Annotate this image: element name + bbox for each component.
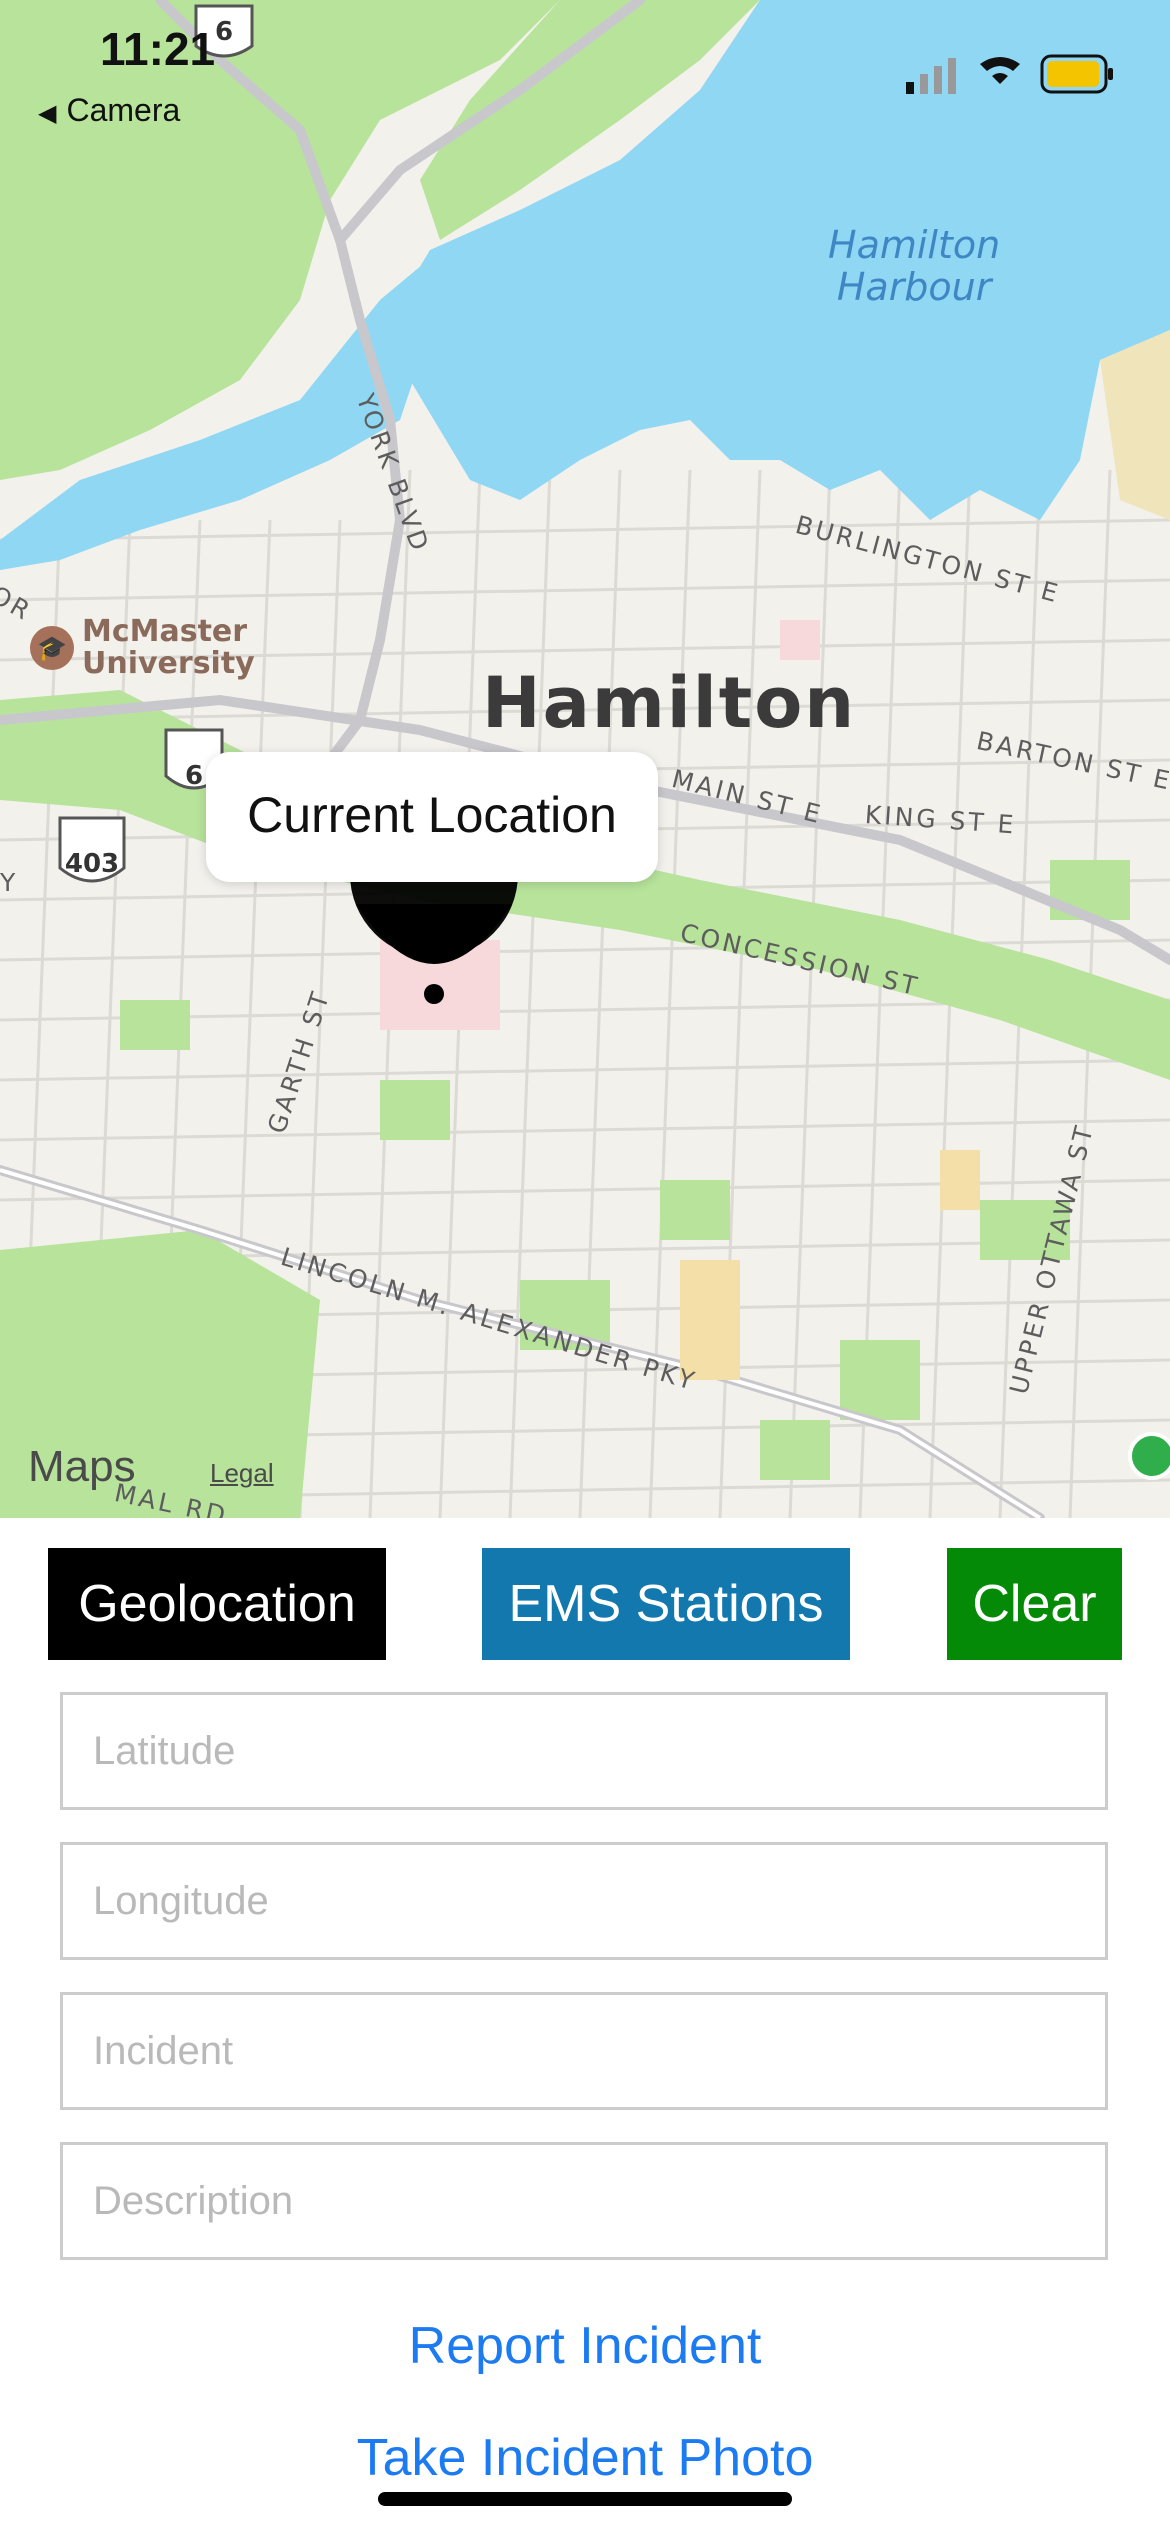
home-indicator[interactable] [378, 2492, 792, 2506]
back-app-label: Camera [66, 92, 181, 128]
wifi-icon [980, 57, 1020, 71]
longitude-field[interactable] [60, 1842, 1108, 1960]
geolocation-button[interactable]: Geolocation [48, 1548, 386, 1660]
take-incident-photo-button[interactable]: Take Incident Photo [0, 2428, 1170, 2488]
svg-text:403: 403 [65, 849, 119, 879]
back-triangle-icon: ◀ [38, 100, 57, 127]
maps-brand: Maps [28, 1442, 136, 1491]
map-view[interactable]: 6 6 403 11:21 ◀ Camera Hamilton Harbour H… [0, 0, 1170, 1518]
callout-title: Current Location [247, 787, 617, 843]
water-label: Hamilton Harbour [828, 223, 1001, 309]
latitude-field[interactable] [60, 1692, 1108, 1810]
ems-stations-button[interactable]: EMS Stations [482, 1548, 850, 1660]
back-to-app-link[interactable]: ◀ Camera [38, 92, 180, 129]
incident-field[interactable] [60, 1992, 1108, 2110]
city-label: Hamilton [482, 662, 857, 744]
legal-link[interactable]: Legal [210, 1458, 274, 1489]
status-time: 11:21 [100, 23, 216, 75]
svg-text:6: 6 [185, 761, 203, 791]
clear-button[interactable]: Clear [947, 1548, 1122, 1660]
poi-label[interactable]: 🎓 McMaster University [30, 616, 255, 680]
status-icons [980, 54, 1113, 94]
svg-text:6: 6 [215, 17, 233, 47]
description-field[interactable] [60, 2142, 1108, 2260]
university-icon: 🎓 [30, 626, 74, 670]
street-label: Y [0, 868, 19, 897]
location-callout[interactable]: Current Location [206, 752, 658, 882]
report-incident-button[interactable]: Report Incident [0, 2316, 1170, 2376]
